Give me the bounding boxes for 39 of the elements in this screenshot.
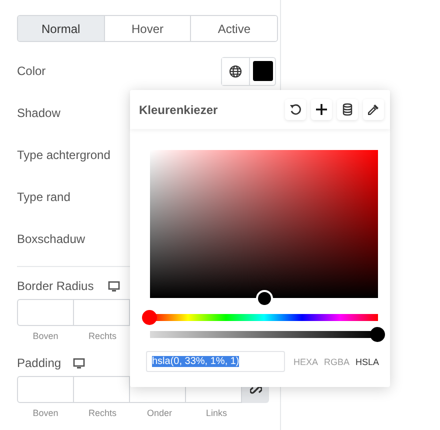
- field-label: Type achtergrond: [17, 148, 110, 162]
- color-swatch[interactable]: [252, 61, 272, 81]
- plus-icon: [315, 103, 328, 116]
- number-field[interactable]: [17, 376, 74, 403]
- color-value-field[interactable]: hsla(0, 33%, 1%, 1): [146, 351, 286, 372]
- field-caption: Rechts: [87, 331, 118, 341]
- field-label: Border Radius: [17, 279, 94, 293]
- eyedropper-icon: [367, 103, 380, 116]
- format-tab[interactable]: HSLA: [352, 356, 382, 366]
- global-color-button[interactable]: [222, 58, 250, 84]
- slider-thumb[interactable]: [370, 327, 385, 342]
- popup-title: Kleurenkiezer: [139, 102, 218, 116]
- number-field[interactable]: [17, 299, 74, 326]
- state-tab[interactable]: Normal: [18, 16, 104, 41]
- field-label: Color: [17, 64, 46, 78]
- color-handle[interactable]: [256, 290, 273, 307]
- field-caption: Links: [204, 408, 228, 418]
- eyedropper-button[interactable]: [363, 99, 384, 120]
- field-caption: Onder: [146, 408, 173, 418]
- reset-button[interactable]: [285, 99, 306, 120]
- stack-button[interactable]: [337, 99, 358, 120]
- field-label: Shadow: [17, 106, 60, 120]
- field-caption: Rechts: [87, 408, 118, 418]
- number-field[interactable]: [73, 376, 130, 403]
- monitor-icon: [108, 280, 120, 292]
- field-caption: Boven: [32, 408, 60, 418]
- add-button[interactable]: [311, 99, 332, 120]
- monitor-icon: [73, 358, 86, 368]
- number-field[interactable]: [73, 299, 130, 326]
- field-label: Type rand: [17, 190, 70, 204]
- field-label: Boxschaduw: [17, 232, 86, 246]
- state-tab[interactable]: Active: [190, 16, 277, 41]
- database-icon: [341, 103, 354, 116]
- globe-icon: [229, 64, 242, 78]
- field-label: Padding: [17, 356, 62, 370]
- field-caption: Boven: [32, 331, 60, 341]
- slider-thumb[interactable]: [142, 310, 157, 325]
- selected-text: hsla(0, 33%, 1%, 1): [152, 356, 240, 367]
- undo-icon: [289, 103, 302, 116]
